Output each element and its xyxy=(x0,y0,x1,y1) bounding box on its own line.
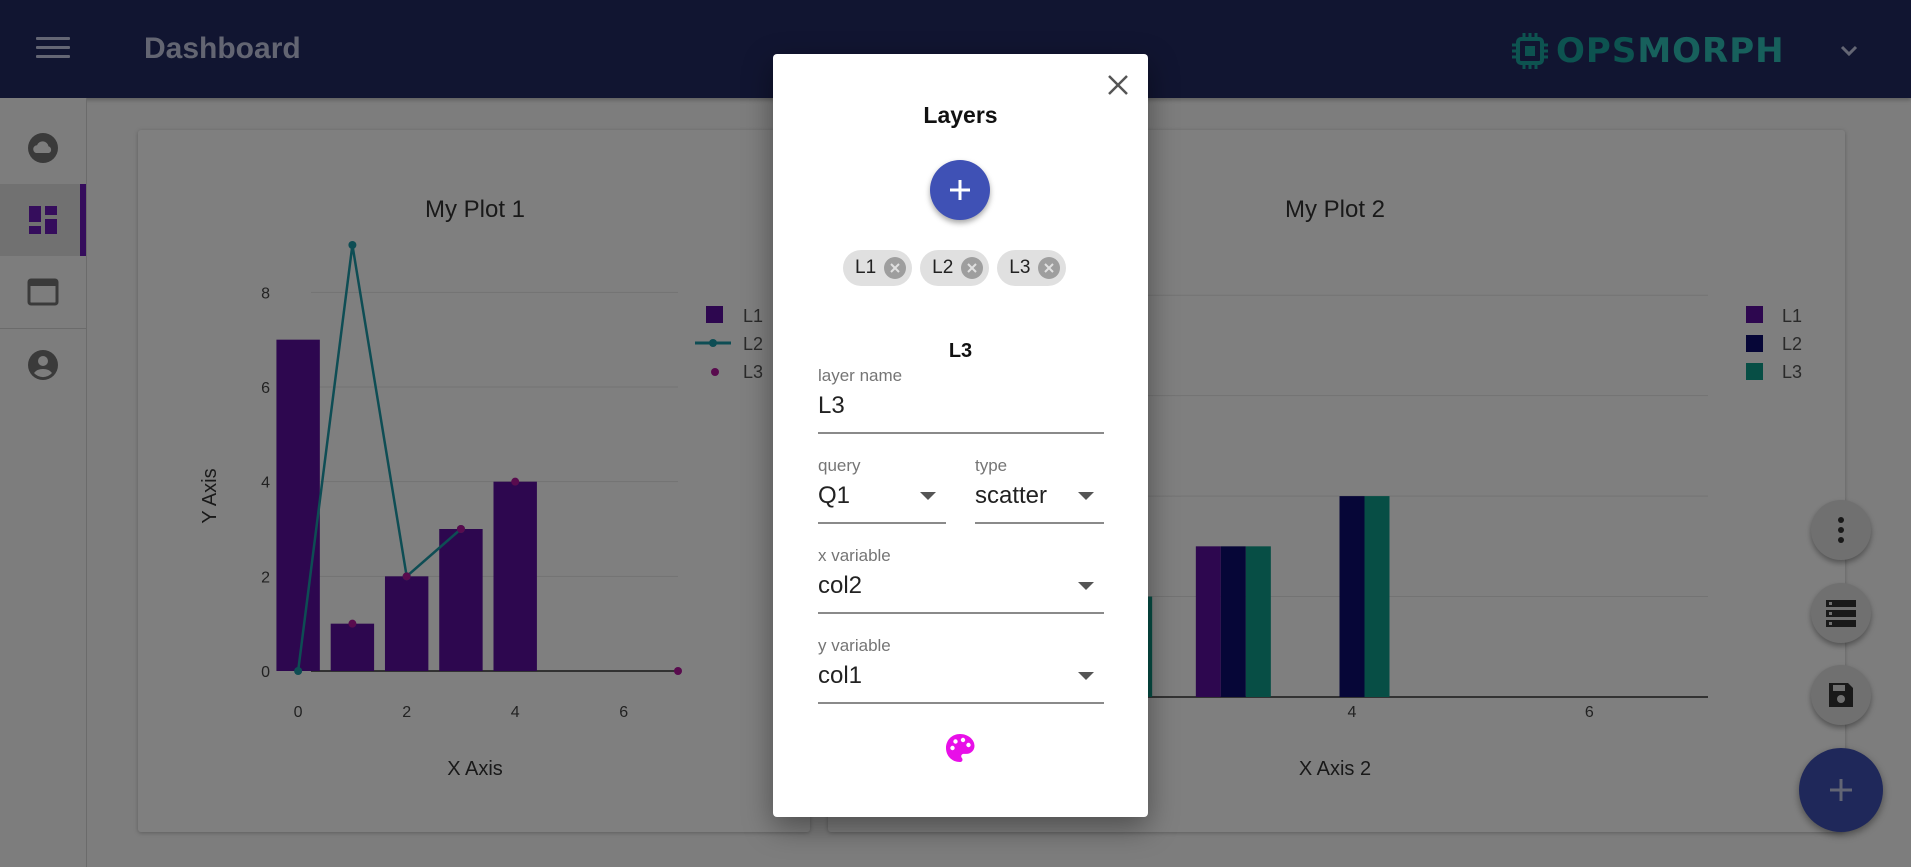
plus-icon xyxy=(950,180,970,200)
query-value: Q1 xyxy=(818,482,851,509)
type-select[interactable]: type scatter xyxy=(975,456,1104,524)
y-variable-label: y variable xyxy=(818,636,891,655)
layers-dialog: Layers L1 L2 L3 L3 layer name L3 query Q… xyxy=(773,54,1148,817)
selected-layer-title: L3 xyxy=(948,340,973,362)
y-variable-value: col1 xyxy=(818,662,863,689)
query-label: query xyxy=(818,456,861,475)
chip-label: L1 xyxy=(855,257,877,278)
layer-name-input[interactable]: L3 xyxy=(818,392,845,420)
cancel-icon[interactable] xyxy=(961,257,984,279)
x-variable-select[interactable]: x variable col2 xyxy=(818,546,1104,614)
close-icon[interactable] xyxy=(1101,68,1135,102)
y-variable-select[interactable]: y variable col1 xyxy=(818,636,1104,704)
layer-chip-l3[interactable]: L3 xyxy=(997,250,1067,286)
layer-chips: L1 L2 L3 xyxy=(843,250,1067,286)
chip-label: L2 xyxy=(932,257,954,278)
type-value: scatter xyxy=(975,482,1048,509)
x-variable-value: col2 xyxy=(818,572,863,599)
x-variable-label: x variable xyxy=(818,546,891,565)
cancel-icon[interactable] xyxy=(1038,257,1061,279)
type-label: type xyxy=(975,456,1008,475)
palette-icon[interactable] xyxy=(944,732,976,764)
dropdown-arrow-icon xyxy=(1078,492,1094,500)
add-layer-button[interactable] xyxy=(930,160,990,220)
dropdown-arrow-icon xyxy=(1078,672,1094,680)
query-select[interactable]: query Q1 xyxy=(818,456,946,524)
dropdown-arrow-icon xyxy=(920,492,936,500)
dialog-title: Layers xyxy=(923,102,998,128)
chip-label: L3 xyxy=(1009,257,1031,278)
cancel-icon[interactable] xyxy=(884,257,907,279)
layer-name-field[interactable]: layer name L3 xyxy=(818,366,1104,434)
layer-chip-l2[interactable]: L2 xyxy=(920,250,990,286)
layer-chip-l1[interactable]: L1 xyxy=(843,250,913,286)
layer-name-label: layer name xyxy=(818,366,903,385)
dropdown-arrow-icon xyxy=(1078,582,1094,590)
